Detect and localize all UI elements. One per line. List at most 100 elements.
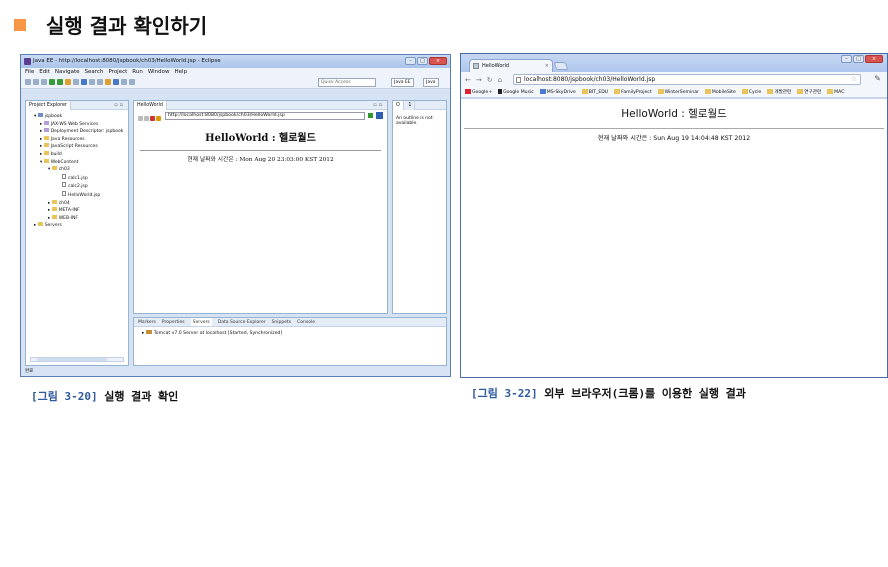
bookmark-item[interactable]: Google+	[465, 89, 492, 95]
bookmark-item[interactable]: 개발관련	[767, 89, 791, 95]
tree-item[interactable]: calc2.jsp	[28, 182, 126, 191]
bookmark-item[interactable]: MobileSite	[704, 89, 736, 95]
tab-markers[interactable]: Markers	[138, 318, 156, 326]
tree-item[interactable]: ▸ Deployment Descriptor: jspbook	[28, 128, 126, 136]
bookmark-item[interactable]: WinterSeminar	[657, 89, 699, 95]
new-server-icon[interactable]	[113, 79, 119, 85]
menu-file[interactable]: File	[25, 68, 34, 77]
tab-servers[interactable]: Servers	[190, 318, 212, 326]
search-icon[interactable]	[73, 79, 79, 85]
close-icon[interactable]: ×	[865, 55, 883, 63]
caption-right: [그림 3-22] 외부 브라우저(크롬)를 이용한 실행 결과	[471, 385, 746, 401]
perspective-java-ee[interactable]: Java EE	[391, 78, 414, 87]
tree-item[interactable]: ▸ JAX-WS Web Services	[28, 120, 126, 129]
bookmark-item[interactable]: Google Music	[498, 89, 534, 95]
server-entry[interactable]: ▸ Tomcat v7.0 Server at localhost [Start…	[134, 327, 446, 339]
tab-snippets[interactable]: Snippets	[272, 318, 292, 326]
reload-icon[interactable]: ↻	[487, 76, 493, 84]
wrench-menu-icon[interactable]: ✎	[874, 74, 881, 83]
omnibox-input[interactable]: localhost:8080/jspbook/ch03/HelloWorld.j…	[513, 74, 861, 85]
explorer-scrollbar[interactable]	[30, 357, 124, 362]
tab-properties[interactable]: Properties	[162, 318, 185, 326]
tree-item[interactable]: ▾ jspbook	[28, 113, 126, 121]
browser-editor-header: HelloWorld ▫▫	[134, 101, 387, 110]
forward-icon[interactable]	[144, 116, 149, 121]
menu-project[interactable]: Project	[108, 68, 127, 77]
tree-item[interactable]: ▸ META-INF	[28, 207, 126, 215]
bookmark-item[interactable]: 연구관련	[797, 89, 821, 95]
tree-item[interactable]: ▸ WEB-INF	[28, 214, 126, 223]
tab-data-source-explorer[interactable]: Data Source Explorer	[218, 318, 266, 326]
bookmark-item[interactable]: MS-SkyDrive	[539, 89, 576, 95]
project-icon	[37, 113, 43, 117]
close-icon[interactable]: ×	[429, 57, 447, 65]
tree-item[interactable]: ▸ JavaScript Resources	[28, 143, 126, 151]
menu-help[interactable]: Help	[175, 68, 188, 77]
bookmark-item[interactable]: FamilyProject	[614, 89, 652, 95]
tab-task-list[interactable]: 1	[405, 101, 416, 110]
prev-annotation-icon[interactable]	[97, 79, 103, 85]
bookmarks-bar: Google+ Google Music MS-SkyDrive BIT_EDU…	[461, 87, 887, 98]
maximize-icon[interactable]: □	[417, 57, 428, 65]
chrome-tab-helloworld[interactable]: HelloWorld ×	[469, 59, 553, 72]
scrollbar-thumb[interactable]	[37, 358, 107, 361]
debug-icon[interactable]	[49, 79, 55, 85]
bookmark-item[interactable]: MAC	[827, 89, 844, 95]
print-icon[interactable]	[41, 79, 47, 85]
open-folder-icon[interactable]	[105, 79, 111, 85]
jsp-file-icon	[62, 182, 66, 188]
tree-item[interactable]: ▸ Servers	[28, 222, 126, 230]
tab-helloworld[interactable]: HelloWorld	[134, 101, 167, 110]
tree-item[interactable]: ▾ ch03	[28, 166, 126, 174]
tree-item[interactable]: ▸ build	[28, 150, 126, 159]
back-icon[interactable]: ←	[465, 76, 471, 84]
go-icon[interactable]	[368, 113, 373, 118]
open-external-icon[interactable]	[376, 112, 383, 119]
menu-run[interactable]: Run	[132, 68, 143, 77]
open-type-icon[interactable]	[81, 79, 87, 85]
stop-icon[interactable]	[150, 116, 155, 121]
pane-controls-icon[interactable]: ▫▫	[114, 101, 125, 110]
home-icon[interactable]: ⌂	[498, 76, 502, 84]
caption-figure-number: [그림 3-22]	[471, 387, 538, 400]
menu-navigate[interactable]: Navigate	[55, 68, 80, 77]
outline-pane: O 1 An outline is not available.	[392, 100, 447, 314]
tree-item[interactable]: calc1.jsp	[28, 173, 126, 183]
bookmark-item[interactable]: BIT_EDU	[581, 89, 608, 95]
menu-edit[interactable]: Edit	[39, 68, 50, 77]
minimize-icon[interactable]: –	[405, 57, 416, 65]
quick-access-input[interactable]: Quick Access	[318, 78, 376, 87]
refresh-icon[interactable]	[156, 116, 161, 121]
next-annotation-icon[interactable]	[89, 79, 95, 85]
slide-title: 실행 결과 확인하기	[14, 10, 207, 39]
tab-project-explorer[interactable]: Project Explorer	[26, 101, 71, 110]
tab-console[interactable]: Console	[297, 318, 315, 326]
folder-icon	[43, 143, 49, 148]
slide-title-text: 실행 결과 확인하기	[46, 14, 208, 38]
menu-window[interactable]: Window	[148, 68, 170, 77]
close-tab-icon[interactable]: ×	[545, 60, 549, 72]
browser-url-input[interactable]: http://localhost:8080/jspbook/ch03/Hello…	[165, 111, 365, 120]
save-icon[interactable]	[33, 79, 39, 85]
tab-outline[interactable]: O	[393, 101, 404, 110]
tree-item[interactable]: ▸ ch04	[28, 199, 126, 208]
forward-icon[interactable]: →	[476, 76, 482, 84]
back-icon[interactable]	[138, 116, 143, 121]
new-tab-button[interactable]	[553, 62, 569, 70]
internal-browser-pane: HelloWorld ▫▫ http://localhost:8080/jspb…	[133, 100, 388, 314]
back-icon[interactable]	[121, 79, 127, 85]
forward-icon[interactable]	[129, 79, 135, 85]
tree-item[interactable]: ▾ WebContent	[28, 158, 126, 167]
pane-controls-icon[interactable]: ▫▫	[373, 101, 384, 110]
run-icon[interactable]	[57, 79, 63, 85]
new-icon[interactable]	[25, 79, 31, 85]
menu-search[interactable]: Search	[85, 68, 104, 77]
tree-item[interactable]: HelloWorld.jsp	[28, 190, 126, 200]
tree-item[interactable]: ▸ Java Resources	[28, 135, 126, 144]
perspective-java[interactable]: Java	[423, 78, 439, 87]
bookmark-item[interactable]: Cycle	[741, 89, 761, 95]
external-tools-icon[interactable]	[65, 79, 71, 85]
minimize-icon[interactable]: –	[841, 55, 852, 63]
bookmark-star-icon[interactable]: ☆	[851, 75, 857, 84]
maximize-icon[interactable]: □	[853, 55, 864, 63]
